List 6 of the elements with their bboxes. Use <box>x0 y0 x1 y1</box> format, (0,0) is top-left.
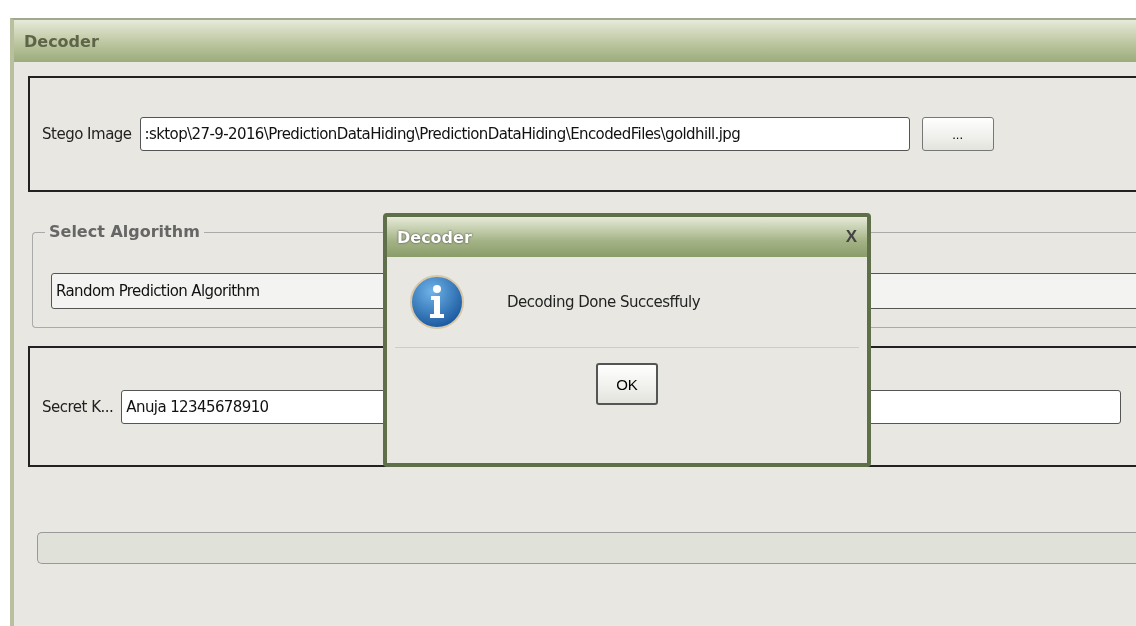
dialog-title: Decoder <box>397 227 472 247</box>
dialog-message: Decoding Done Succesffuly <box>507 293 701 311</box>
window-title: Decoder <box>24 31 99 51</box>
field-label: Stego Image <box>42 125 132 143</box>
group-title: Select Algorithm <box>45 222 204 241</box>
field-label: Secret K... <box>42 397 114 416</box>
